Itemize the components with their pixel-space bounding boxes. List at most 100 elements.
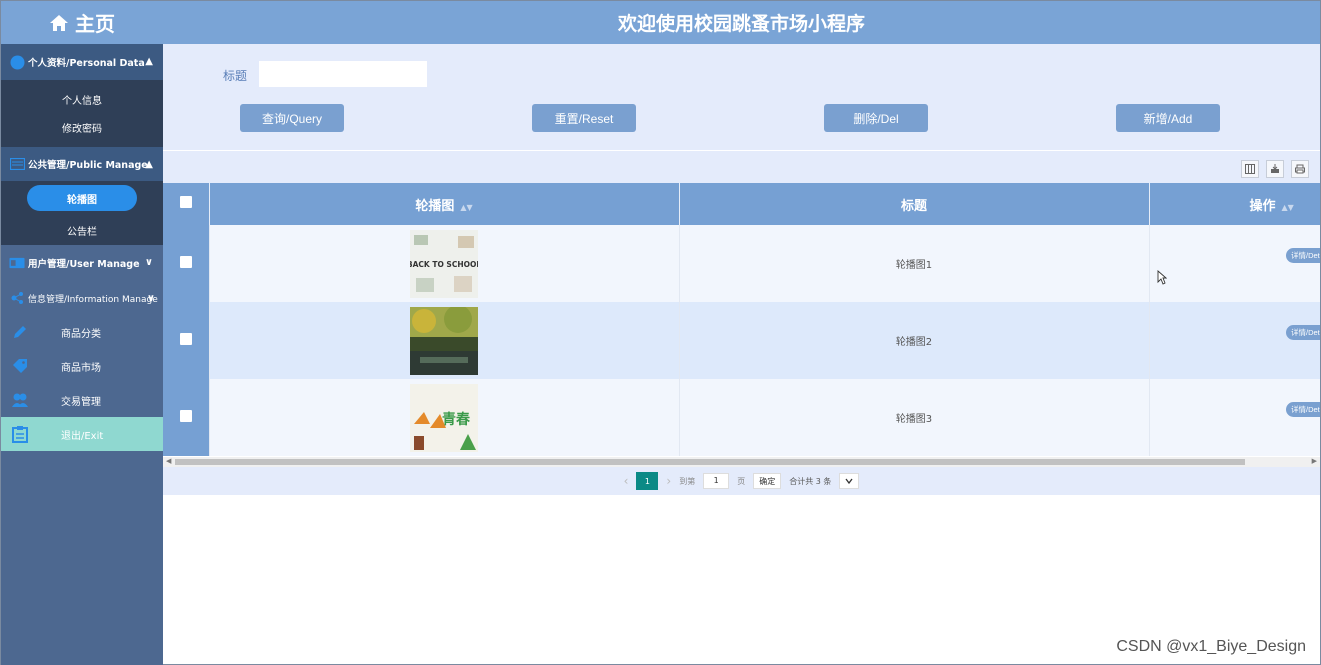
image-cell: BACK TO SCHOOL	[209, 225, 680, 302]
title-cell: 轮播图1	[679, 225, 1150, 302]
title-search-input[interactable]	[259, 61, 427, 87]
watermark: CSDN @vx1_Biye_Design	[1116, 638, 1306, 655]
table-row: BACK TO SCHOOL 轮播图1 详情/Details	[163, 225, 1320, 302]
add-button[interactable]: 新增/Add	[1116, 104, 1220, 132]
group-personal-data[interactable]: 个人资料/Personal Data ▲	[1, 44, 163, 80]
nav-label: 交易管理	[61, 396, 101, 408]
table-header-row: 轮播图 ▲▼ 标题 操作 ▲▼	[163, 183, 1320, 225]
action-cell: 详情/Details	[1149, 302, 1320, 379]
row-checkbox-cell	[163, 225, 210, 302]
row-checkbox[interactable]	[179, 410, 192, 422]
column-label: 标题	[900, 198, 927, 214]
page-unit-label: 页	[737, 476, 746, 486]
nav-label: 退出/Exit	[61, 430, 104, 442]
chevron-down-icon	[845, 478, 853, 484]
globe-icon	[9, 55, 25, 69]
prev-page-button[interactable]: ‹	[624, 474, 629, 488]
delete-button[interactable]: 删除/Del	[824, 104, 928, 132]
nav-item-category[interactable]: 商品分类	[1, 315, 163, 349]
group-label: 个人资料/Personal Data	[28, 58, 145, 69]
tag-icon	[11, 357, 29, 375]
data-table-container: 轮播图 ▲▼ 标题 操作 ▲▼ BACK TO SCHOOL 轮播图1 详情/D…	[163, 183, 1320, 457]
query-button[interactable]: 查询/Query	[240, 104, 344, 132]
page-size-select[interactable]	[839, 473, 860, 489]
export-icon[interactable]	[1266, 160, 1284, 178]
table-row: 轮播图2 详情/Details	[163, 302, 1320, 379]
group-label: 信息管理/Information Manage	[28, 294, 158, 305]
home-link[interactable]: 主页	[1, 1, 163, 44]
row-checkbox[interactable]	[179, 333, 192, 345]
network-icon	[9, 291, 25, 305]
id-card-icon	[9, 256, 25, 270]
column-header-title: 标题	[679, 183, 1150, 225]
reset-button[interactable]: 重置/Reset	[532, 104, 636, 132]
nav-item-trade[interactable]: 交易管理	[1, 383, 163, 417]
home-label: 主页	[75, 12, 115, 36]
goto-confirm-button[interactable]: 确定	[753, 473, 782, 489]
column-label: 操作	[1249, 198, 1276, 214]
public-manage-submenu: 轮播图 公告栏	[1, 181, 163, 245]
nav-item-exit[interactable]: 退出/Exit	[1, 417, 163, 451]
details-button[interactable]: 详情/Details	[1285, 248, 1320, 263]
sort-icon: ▲▼	[1281, 202, 1294, 212]
row-checkbox-cell	[163, 302, 210, 379]
next-page-button[interactable]: ›	[666, 474, 671, 488]
select-all-cell	[163, 183, 210, 225]
column-header-image[interactable]: 轮播图 ▲▼	[209, 183, 680, 225]
sidebar-item-carousel[interactable]: 轮播图	[1, 184, 163, 212]
group-public-manage[interactable]: 公共管理/Public Manage ▲	[1, 147, 163, 181]
home-icon	[50, 14, 68, 31]
svg-text:BACK TO SCHOOL: BACK TO SCHOOL	[410, 260, 478, 269]
goto-page-input[interactable]: 1	[703, 473, 730, 489]
table-row: 青春 轮播图3 详情/Details	[163, 379, 1320, 456]
svg-text:青春: 青春	[442, 411, 471, 428]
pencil-icon	[11, 323, 29, 341]
horizontal-scrollbar[interactable]: ◀ ▶	[163, 457, 1320, 467]
nav-item-market[interactable]: 商品市场	[1, 349, 163, 383]
total-count: 合计共 3 条	[789, 476, 832, 486]
chevron-down-icon: ∨	[144, 257, 153, 268]
sort-icon: ▲▼	[460, 202, 473, 212]
nav-label: 商品市场	[61, 362, 101, 374]
image-cell: 青春	[209, 379, 680, 456]
details-button[interactable]: 详情/Details	[1285, 325, 1320, 340]
carousel-thumbnail-back-to-school[interactable]: BACK TO SCHOOL	[410, 229, 478, 298]
title-cell: 轮播图2	[679, 302, 1150, 379]
header-bar: 欢迎使用校园跳蚤市场小程序	[163, 1, 1320, 44]
scroll-left-icon[interactable]: ◀	[166, 457, 171, 465]
pagination: ‹ 1 › 到第 1 页 确定 合计共 3 条	[163, 467, 1320, 495]
row-checkbox[interactable]	[179, 256, 192, 268]
print-icon[interactable]	[1291, 160, 1309, 178]
group-information-manage[interactable]: 信息管理/Information Manage ∨	[1, 281, 163, 315]
scrollbar-thumb[interactable]	[175, 459, 1245, 465]
select-all-checkbox[interactable]	[179, 196, 192, 208]
search-panel: 标题 查询/Query 重置/Reset 删除/Del 新增/Add	[163, 44, 1320, 150]
group-label: 公共管理/Public Manage	[28, 160, 148, 171]
columns-icon[interactable]	[1241, 160, 1259, 178]
goto-label: 到第	[679, 476, 696, 486]
group-user-manage[interactable]: 用户管理/User Manage ∨	[1, 245, 163, 281]
group-label: 用户管理/User Manage	[28, 259, 140, 270]
sidebar-item-personal-info[interactable]: 个人信息	[1, 85, 163, 113]
sidebar-item-label: 个人信息	[62, 95, 102, 107]
details-button[interactable]: 详情/Details	[1285, 402, 1320, 417]
column-header-action[interactable]: 操作 ▲▼	[1149, 183, 1320, 225]
carousel-thumbnail-campus[interactable]	[410, 306, 478, 375]
scroll-right-icon[interactable]: ▶	[1312, 457, 1317, 465]
data-table: 轮播图 ▲▼ 标题 操作 ▲▼ BACK TO SCHOOL 轮播图1 详情/D…	[163, 183, 1320, 456]
title-cell: 轮播图3	[679, 379, 1150, 456]
page-title: 欢迎使用校园跳蚤市场小程序	[617, 13, 865, 35]
nav-label: 商品分类	[61, 328, 101, 340]
users-icon	[11, 391, 29, 409]
mouse-cursor-icon	[1157, 270, 1167, 285]
row-checkbox-cell	[163, 379, 210, 456]
card-icon	[9, 157, 25, 171]
chevron-down-icon: ∨	[146, 293, 155, 304]
chevron-up-icon: ▲	[145, 56, 153, 67]
carousel-thumbnail-youth[interactable]: 青春	[410, 383, 478, 452]
column-label: 轮播图	[415, 198, 455, 214]
clipboard-icon	[11, 425, 29, 443]
page-number-current[interactable]: 1	[636, 472, 659, 490]
sidebar-item-notice[interactable]: 公告栏	[1, 216, 163, 244]
sidebar-item-change-password[interactable]: 修改密码	[1, 113, 163, 141]
